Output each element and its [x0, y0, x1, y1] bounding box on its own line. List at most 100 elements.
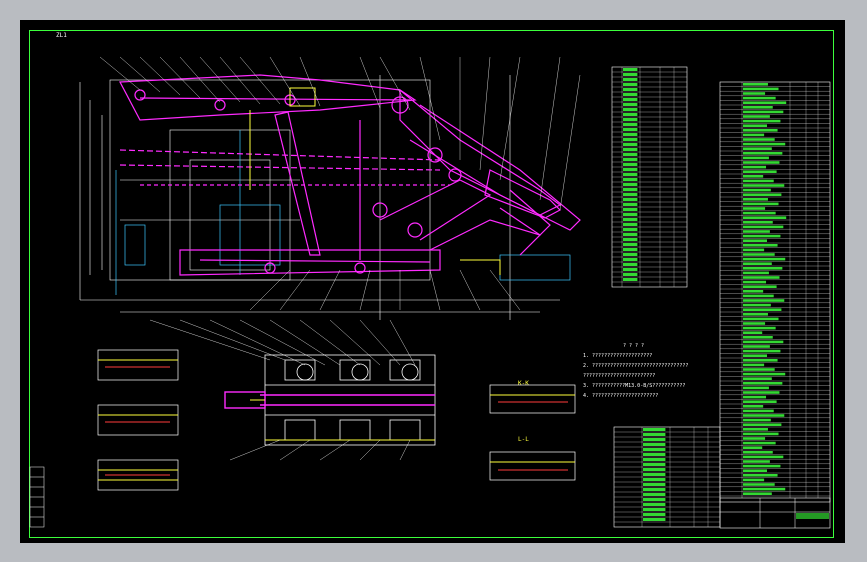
- table-cell-text: [743, 198, 768, 201]
- table-cell-text: [623, 203, 638, 206]
- table-cell-text: [743, 303, 771, 307]
- table-cell-text: [743, 487, 786, 491]
- table-cell-text: [623, 263, 638, 266]
- table-cell-text: [623, 73, 638, 76]
- cad-canvas[interactable]: ZL1 L-L K-K ? ? ? ? 1. ?????????????????…: [20, 20, 845, 543]
- table-cell-text: [743, 446, 763, 449]
- table-cell-text: [623, 223, 638, 226]
- table-cell-text: [643, 463, 666, 466]
- table-cell-text: [743, 211, 776, 215]
- table-cell-text: [743, 349, 781, 353]
- table-cell-text: [623, 83, 638, 86]
- table-cell-text: [743, 216, 787, 219]
- table-cell-text: [743, 110, 784, 114]
- table-cell-text: [743, 253, 775, 256]
- table-cell-text: [743, 115, 770, 118]
- table-cell-text: [743, 331, 763, 334]
- table-cell-text: [643, 478, 666, 481]
- table-cell-text: [743, 368, 775, 371]
- revision-block: [29, 466, 45, 528]
- cad-drawing: [29, 56, 831, 529]
- table-cell-text: [743, 386, 769, 390]
- table-cell-text: [743, 372, 786, 376]
- table-cell-text: [743, 428, 768, 431]
- table-cell-text: [743, 267, 783, 270]
- table-cell-text: [743, 377, 772, 380]
- table-cell-text: [743, 170, 777, 173]
- table-cell-text: [743, 391, 780, 394]
- table-cell-text: [743, 290, 764, 293]
- table-cell-text: [643, 453, 666, 456]
- table-cell-text: [743, 87, 779, 91]
- table-cell-text: [743, 483, 775, 486]
- table-cell-text: [623, 193, 638, 196]
- table-cell-text: [743, 280, 767, 284]
- table-cell-text: [643, 493, 666, 496]
- table-cell-text: [743, 469, 767, 472]
- table-cell-text: [743, 225, 784, 229]
- table-cell-text: [643, 448, 666, 451]
- table-cell-text: [623, 233, 638, 236]
- table-cell-text: [743, 221, 773, 224]
- table-cell-text: [623, 208, 638, 211]
- table-cell-text: [623, 128, 638, 131]
- table-cell-text: [743, 308, 782, 311]
- table-cell-text: [743, 345, 770, 348]
- table-cell-text: [623, 88, 638, 91]
- table-cell-text: [743, 202, 779, 206]
- table-cell-text: [743, 313, 768, 316]
- table-cell-text: [623, 213, 638, 216]
- table-cell-text: [743, 382, 783, 385]
- table-cell-text: [743, 418, 771, 422]
- table-cell-text: [623, 138, 638, 141]
- table-cell-text: [743, 340, 784, 344]
- main-elevation-view: [79, 56, 581, 320]
- table-cell-text: [623, 113, 638, 116]
- table-cell-text: [743, 248, 765, 252]
- table-cell-text: [743, 175, 764, 178]
- table-cell-text: [623, 168, 638, 171]
- bill-of-materials: [719, 81, 831, 503]
- table-cell-text: [743, 474, 778, 477]
- table-cell-text: [743, 460, 770, 463]
- table-cell-text: [743, 193, 782, 196]
- table-cell-text: [643, 443, 666, 446]
- table-cell-text: [743, 423, 782, 426]
- table-cell-text: [743, 354, 767, 357]
- table-cell-text: [743, 124, 767, 127]
- table-cell-text: [743, 395, 767, 399]
- table-cell-text: [623, 278, 638, 281]
- table-cell-text: [623, 153, 638, 156]
- table-cell-text: [623, 198, 638, 201]
- table-cell-text: [623, 143, 638, 146]
- table-cell-text: [743, 119, 781, 123]
- table-cell-text: [743, 147, 772, 150]
- table-cell-text: [623, 188, 638, 191]
- table-cell-text: [623, 108, 638, 111]
- table-cell-text: [743, 441, 776, 445]
- table-cell-text: [743, 492, 772, 495]
- table-cell-text: [743, 262, 772, 265]
- table-cell-text: [743, 188, 771, 192]
- table-cell-text: [743, 322, 766, 325]
- table-cell-text: [743, 414, 785, 417]
- table-cell-text: [743, 363, 765, 367]
- table-cell-text: [623, 133, 638, 136]
- table-cell-text: [623, 238, 638, 241]
- table-cell-text: [743, 244, 778, 247]
- table-cell-text: [743, 326, 776, 330]
- table-cell-text: [643, 483, 666, 486]
- table-cell-text: [623, 68, 638, 71]
- table-cell-text: [623, 148, 638, 151]
- table-cell-text: [743, 83, 768, 86]
- table-cell-text: [743, 106, 773, 109]
- table-cell-text: [643, 468, 666, 471]
- table-cell-text: [743, 271, 769, 275]
- table-cell-text: [643, 498, 666, 501]
- table-cell-text: [743, 409, 774, 413]
- table-cell-text: [623, 218, 638, 221]
- table-cell-text: [623, 258, 638, 261]
- table-cell-text: [743, 101, 787, 104]
- table-cell-text: [743, 96, 776, 100]
- table-cell-text: [623, 93, 638, 96]
